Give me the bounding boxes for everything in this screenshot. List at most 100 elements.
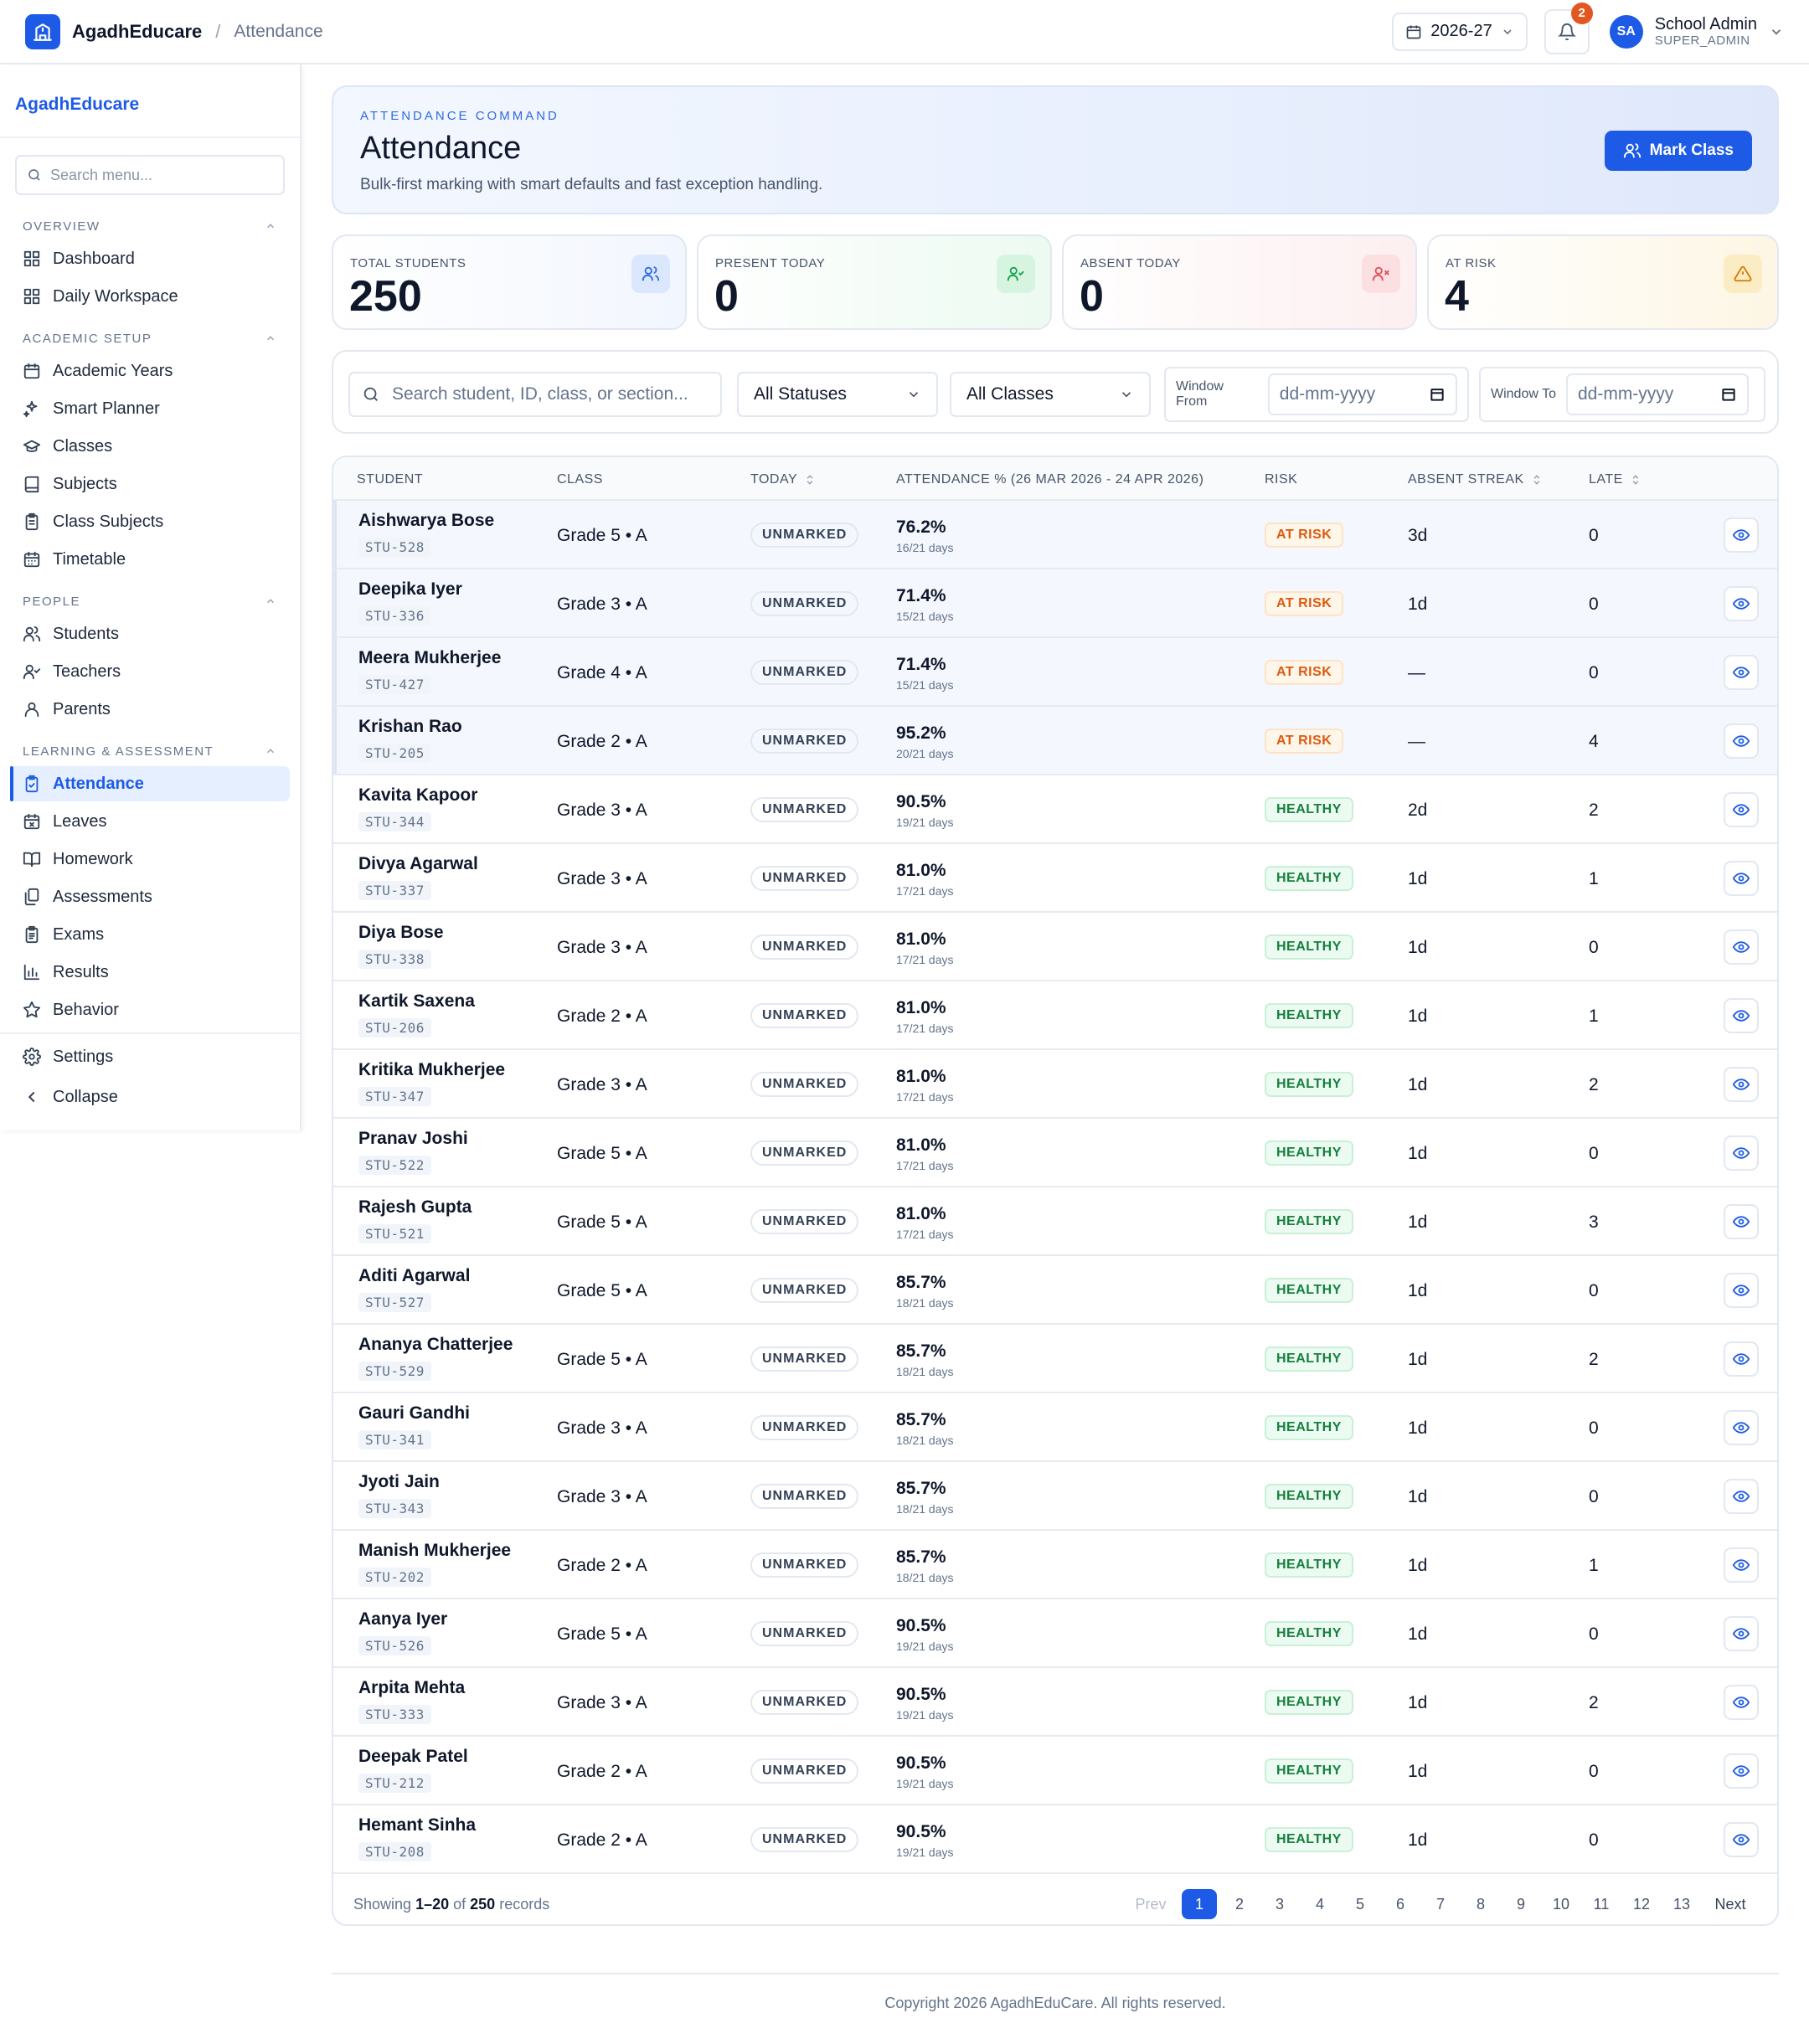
- class-filter-select[interactable]: All Classes: [950, 372, 1151, 417]
- view-student-button[interactable]: [1724, 1616, 1759, 1651]
- today-status-badge[interactable]: UNMARKED: [750, 866, 859, 891]
- student-name[interactable]: Rajesh Gupta: [358, 1197, 472, 1218]
- pagination-page-button[interactable]: 4: [1300, 1889, 1340, 1919]
- table-row[interactable]: Hemant Sinha STU-208 Grade 2 • A UNMARKED 90…: [333, 1805, 1777, 1874]
- today-status-badge[interactable]: UNMARKED: [750, 1827, 859, 1852]
- view-student-button[interactable]: [1724, 1479, 1759, 1514]
- view-student-button[interactable]: [1724, 517, 1759, 553]
- academic-year-selector[interactable]: 2026-27: [1392, 12, 1528, 51]
- student-name[interactable]: Kavita Kapoor: [358, 785, 477, 806]
- student-name[interactable]: Hemant Sinha: [358, 1815, 476, 1835]
- sidebar-item-behavior[interactable]: Behavior: [10, 992, 290, 1027]
- today-status-badge[interactable]: UNMARKED: [750, 1484, 859, 1509]
- table-row[interactable]: Manish Mukherjee STU-202 Grade 2 • A UNMARK…: [333, 1531, 1777, 1599]
- sidebar-item-timetable[interactable]: Timetable: [10, 542, 290, 577]
- window-from-input[interactable]: dd-mm-yyyy: [1267, 373, 1457, 415]
- pagination-page-button[interactable]: 2: [1219, 1889, 1260, 1919]
- table-row[interactable]: Arpita Mehta STU-333 Grade 3 • A UNMARKED 90…: [333, 1668, 1777, 1737]
- today-status-badge[interactable]: UNMARKED: [750, 1140, 859, 1166]
- calendar-icon[interactable]: [1429, 386, 1446, 403]
- today-status-badge[interactable]: UNMARKED: [750, 797, 859, 822]
- view-student-button[interactable]: [1724, 586, 1759, 621]
- table-row[interactable]: Aanya Iyer STU-526 Grade 5 • A UNMARKED 90.5…: [333, 1599, 1777, 1668]
- student-name[interactable]: Arpita Mehta: [358, 1678, 465, 1698]
- pagination-page-button[interactable]: 9: [1501, 1889, 1541, 1919]
- student-name[interactable]: Manish Mukherjee: [358, 1541, 511, 1561]
- table-row[interactable]: Diya Bose STU-338 Grade 3 • A UNMARKED 81.0%…: [333, 913, 1777, 981]
- today-status-badge[interactable]: UNMARKED: [750, 1552, 859, 1578]
- pagination-page-button[interactable]: 1: [1182, 1889, 1217, 1919]
- view-student-button[interactable]: [1724, 1067, 1759, 1102]
- pagination-page-button[interactable]: 6: [1380, 1889, 1420, 1919]
- table-row[interactable]: Ananya Chatterjee STU-529 Grade 5 • A UNMAR…: [333, 1325, 1777, 1393]
- student-name[interactable]: Pranav Joshi: [358, 1129, 468, 1149]
- view-student-button[interactable]: [1724, 1547, 1759, 1583]
- sidebar-item-settings[interactable]: Settings: [10, 1039, 290, 1074]
- table-row[interactable]: Deepika Iyer STU-336 Grade 3 • A UNMARKED 71…: [333, 569, 1777, 638]
- view-student-button[interactable]: [1724, 1410, 1759, 1445]
- today-status-badge[interactable]: UNMARKED: [750, 591, 859, 616]
- view-student-button[interactable]: [1724, 998, 1759, 1033]
- view-student-button[interactable]: [1724, 1204, 1759, 1239]
- sidebar-collapse-button[interactable]: Collapse: [10, 1079, 290, 1115]
- table-row[interactable]: Krishan Rao STU-205 Grade 2 • A UNMARKED 95.…: [333, 707, 1777, 775]
- table-row[interactable]: Gauri Gandhi STU-341 Grade 3 • A UNMARKED 85…: [333, 1393, 1777, 1462]
- pagination-prev-button[interactable]: Prev: [1131, 1889, 1171, 1919]
- today-status-badge[interactable]: UNMARKED: [750, 1003, 859, 1028]
- sidebar-item-subjects[interactable]: Subjects: [10, 466, 290, 502]
- table-row[interactable]: Pranav Joshi STU-522 Grade 5 • A UNMARKED 81…: [333, 1119, 1777, 1187]
- student-name[interactable]: Divya Agarwal: [358, 854, 478, 874]
- student-name[interactable]: Meera Mukherjee: [358, 648, 501, 668]
- today-status-badge[interactable]: UNMARKED: [750, 1690, 859, 1715]
- table-row[interactable]: Kavita Kapoor STU-344 Grade 3 • A UNMARKED 9…: [333, 775, 1777, 844]
- pagination-page-button[interactable]: 7: [1420, 1889, 1461, 1919]
- pagination-page-button[interactable]: 13: [1662, 1889, 1702, 1919]
- sidebar-brand[interactable]: AgadhEducare: [0, 64, 300, 138]
- table-row[interactable]: Rajesh Gupta STU-521 Grade 5 • A UNMARKED 81…: [333, 1187, 1777, 1256]
- sidebar-item-assessments[interactable]: Assessments: [10, 879, 290, 914]
- sidebar-item-dashboard[interactable]: Dashboard: [10, 241, 290, 276]
- view-student-button[interactable]: [1724, 929, 1759, 965]
- table-row[interactable]: Jyoti Jain STU-343 Grade 3 • A UNMARKED 85.7…: [333, 1462, 1777, 1531]
- school-logo-icon[interactable]: [25, 13, 60, 49]
- sidebar-item-daily-workspace[interactable]: Daily Workspace: [10, 279, 290, 314]
- view-student-button[interactable]: [1724, 792, 1759, 827]
- student-name[interactable]: Deepika Iyer: [358, 579, 462, 600]
- pagination-page-button[interactable]: 10: [1541, 1889, 1581, 1919]
- view-student-button[interactable]: [1724, 655, 1759, 690]
- today-status-badge[interactable]: UNMARKED: [750, 1209, 859, 1234]
- sidebar-section-header[interactable]: PEOPLE: [0, 589, 300, 614]
- sidebar-item-attendance[interactable]: Attendance: [10, 766, 290, 801]
- app-brand[interactable]: AgadhEducare: [72, 21, 202, 43]
- sidebar-item-leaves[interactable]: Leaves: [10, 804, 290, 839]
- user-avatar[interactable]: SA: [1609, 14, 1643, 49]
- sidebar-item-homework[interactable]: Homework: [10, 842, 290, 877]
- student-name[interactable]: Kartik Saxena: [358, 991, 475, 1012]
- sidebar-section-header[interactable]: LEARNING & ASSESSMENT: [0, 739, 300, 764]
- student-name[interactable]: Ananya Chatterjee: [358, 1335, 513, 1355]
- student-name[interactable]: Aishwarya Bose: [358, 511, 494, 531]
- today-status-badge[interactable]: UNMARKED: [750, 1072, 859, 1097]
- table-row[interactable]: Kartik Saxena STU-206 Grade 2 • A UNMARKED 8…: [333, 981, 1777, 1050]
- student-name[interactable]: Deepak Patel: [358, 1747, 468, 1767]
- table-row[interactable]: Kritika Mukherjee STU-347 Grade 3 • A UNMAR…: [333, 1050, 1777, 1119]
- window-to-input[interactable]: dd-mm-yyyy: [1565, 373, 1749, 415]
- student-name[interactable]: Kritika Mukherjee: [358, 1060, 505, 1080]
- student-name[interactable]: Jyoti Jain: [358, 1472, 440, 1492]
- sidebar-item-exams[interactable]: Exams: [10, 917, 290, 952]
- sidebar-item-students[interactable]: Students: [10, 616, 290, 651]
- calendar-icon[interactable]: [1720, 386, 1737, 403]
- pagination-page-button[interactable]: 8: [1461, 1889, 1501, 1919]
- today-status-badge[interactable]: UNMARKED: [750, 729, 859, 754]
- table-row[interactable]: Divya Agarwal STU-337 Grade 3 • A UNMARKED 8…: [333, 844, 1777, 913]
- sidebar-item-parents[interactable]: Parents: [10, 692, 290, 727]
- sidebar-section-header[interactable]: OVERVIEW: [0, 214, 300, 239]
- today-status-badge[interactable]: UNMARKED: [750, 1278, 859, 1303]
- student-name[interactable]: Aanya Iyer: [358, 1609, 447, 1630]
- student-name[interactable]: Gauri Gandhi: [358, 1403, 470, 1424]
- view-student-button[interactable]: [1724, 1135, 1759, 1171]
- pagination-next-button[interactable]: Next: [1710, 1889, 1750, 1919]
- mark-class-button[interactable]: Mark Class: [1604, 131, 1752, 171]
- pagination-page-button[interactable]: 3: [1260, 1889, 1300, 1919]
- sidebar-item-smart-planner[interactable]: Smart Planner: [10, 391, 290, 426]
